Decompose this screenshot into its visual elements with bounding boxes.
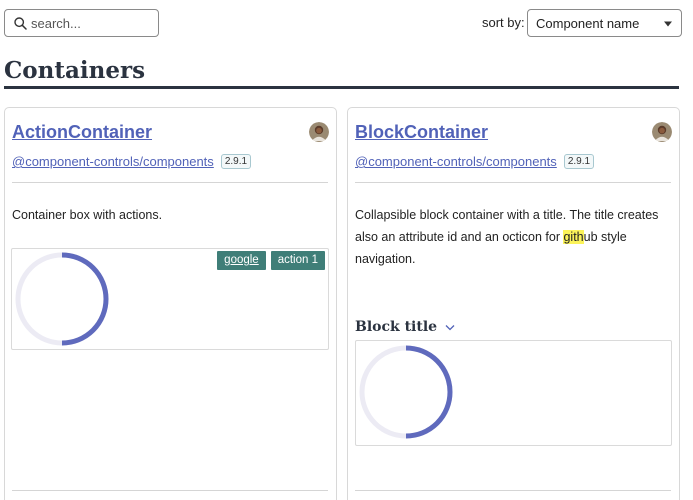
block-container-preview [355, 340, 672, 446]
package-link[interactable]: @component-controls/components [355, 154, 557, 169]
version-badge: 2.9.1 [563, 154, 595, 169]
card-description: Container box with actions. [12, 208, 163, 222]
title-divider [4, 86, 679, 89]
donut-progress-arc [61, 252, 109, 346]
sort-label: sort by: [482, 15, 525, 30]
component-card-block-container: BlockContainer @component-controls/compo… [347, 107, 680, 500]
card-divider [355, 182, 671, 183]
card-title-link[interactable]: BlockContainer [355, 122, 488, 143]
block-title-row[interactable]: Block title [355, 319, 455, 335]
donut-progress [15, 252, 109, 346]
chevron-down-icon[interactable] [445, 324, 455, 331]
donut-progress [359, 345, 453, 439]
action-google-button[interactable]: google [217, 251, 266, 270]
search-icon [9, 10, 31, 36]
sort-selected-value: Component name [536, 15, 640, 31]
donut-progress-arc [405, 345, 453, 439]
action-container-preview: google action 1 [11, 248, 329, 350]
search-input[interactable] [31, 11, 153, 35]
page: sort by: Component name Containers Actio… [0, 0, 693, 500]
search-box[interactable] [4, 9, 159, 37]
avatar[interactable] [652, 122, 672, 142]
action-1-button[interactable]: action 1 [270, 251, 325, 270]
package-row: @component-controls/components 2.9.1 [355, 154, 595, 169]
card-title-link[interactable]: ActionContainer [12, 122, 152, 143]
component-card-action-container: ActionContainer @component-controls/comp… [4, 107, 337, 500]
card-footer-divider [12, 490, 328, 491]
package-row: @component-controls/components 2.9.1 [12, 154, 252, 169]
search-highlight: gith [563, 230, 584, 244]
card-divider [12, 182, 328, 183]
page-title: Containers [4, 57, 146, 84]
card-description: Collapsible block container with a title… [355, 204, 671, 270]
card-footer-divider [355, 490, 671, 491]
action-bar: google action 1 [217, 251, 325, 270]
package-link[interactable]: @component-controls/components [12, 154, 214, 169]
version-badge: 2.9.1 [220, 154, 252, 169]
block-title: Block title [355, 319, 438, 335]
caret-down-icon [663, 14, 673, 32]
sort-select[interactable]: Component name [527, 9, 682, 37]
avatar[interactable] [309, 122, 329, 142]
